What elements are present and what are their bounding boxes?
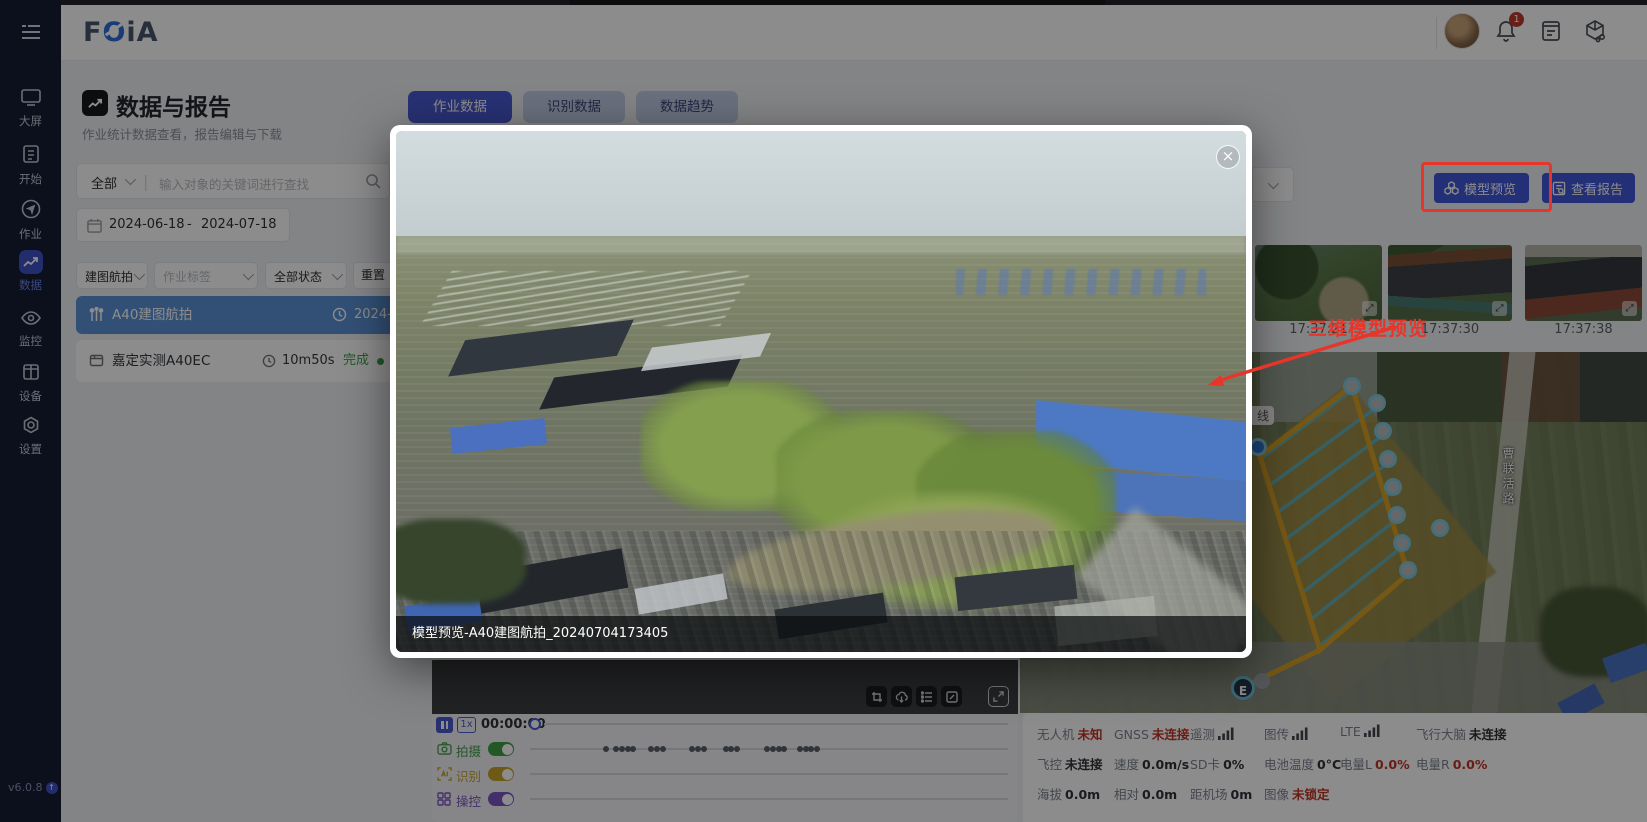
annotation-highlight-box [1421, 162, 1552, 212]
close-icon[interactable]: × [1216, 145, 1240, 169]
model-3d-view[interactable]: 模型预览-A40建图航拍_20240704173405 × [396, 131, 1246, 652]
app-root: 大屏 开始 作业 数据 监控 [0, 0, 1647, 822]
model-preview-modal: 模型预览-A40建图航拍_20240704173405 × [390, 125, 1252, 658]
modal-caption: 模型预览-A40建图航拍_20240704173405 [396, 616, 1246, 652]
scene-sky [396, 131, 1246, 241]
annotation-arrow [1190, 305, 1420, 400]
